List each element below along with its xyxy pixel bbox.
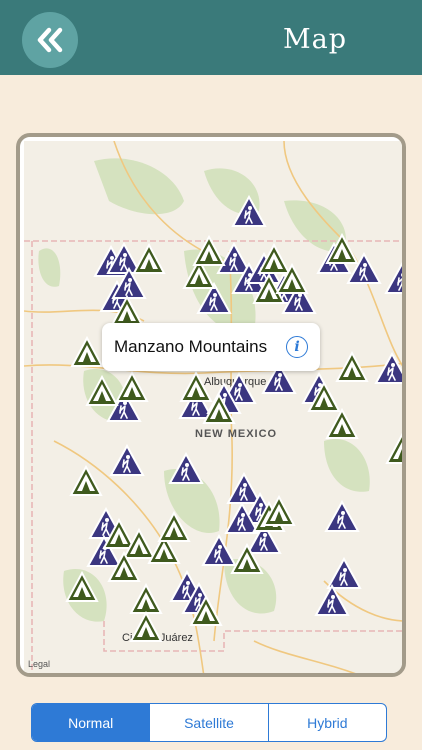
- segment-hybrid[interactable]: Hybrid: [267, 704, 386, 741]
- map-callout[interactable]: Manzano Mountains i: [102, 323, 320, 371]
- segment-satellite[interactable]: Satellite: [149, 704, 267, 741]
- map-canvas[interactable]: NEW MEXICO Albuquerque Ciudad Juárez Leg…: [24, 141, 406, 677]
- segment-normal[interactable]: Normal: [32, 704, 150, 741]
- back-button[interactable]: [22, 12, 78, 68]
- map-type-segmented-control[interactable]: Normal Satellite Hybrid: [31, 703, 387, 742]
- header-bar: Map: [0, 0, 422, 75]
- callout-title: Manzano Mountains: [114, 337, 268, 356]
- info-icon[interactable]: i: [286, 336, 308, 358]
- double-chevron-left-icon: [37, 27, 63, 53]
- legal-link[interactable]: Legal: [28, 659, 50, 669]
- page-title: Map: [282, 24, 348, 55]
- map-view[interactable]: NEW MEXICO Albuquerque Ciudad Juárez Leg…: [16, 133, 406, 677]
- state-label: NEW MEXICO: [195, 428, 277, 440]
